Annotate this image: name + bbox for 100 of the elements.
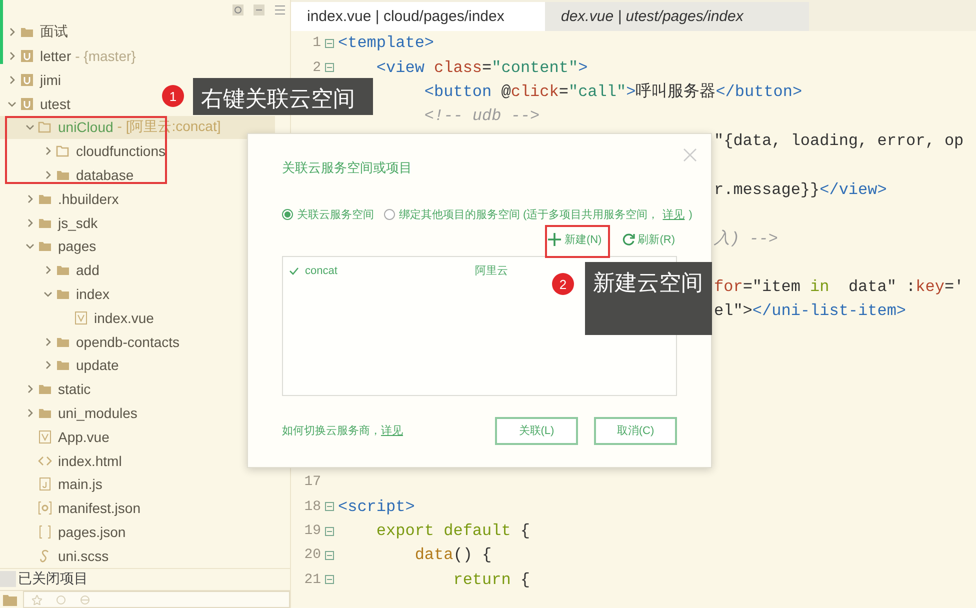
target-icon[interactable] [232, 4, 244, 16]
chevron-icon[interactable] [43, 360, 53, 370]
code-file-icon [38, 454, 52, 468]
code-line: <!-- udb --> [424, 107, 540, 126]
tree-item[interactable]: main.js [0, 472, 106, 496]
line-number: 20 [304, 547, 321, 564]
line-number: 21 [304, 572, 321, 588]
chevron-icon[interactable] [7, 27, 17, 38]
tree-item[interactable]: letter - {master} [0, 44, 140, 68]
project-icon [20, 72, 34, 87]
chevron-icon[interactable] [43, 265, 53, 276]
chevron-icon[interactable] [7, 51, 17, 62]
tree-item[interactable]: index.vue [0, 306, 158, 330]
code-line: for="item in data" :key=' [714, 278, 964, 296]
fold-icon[interactable] [325, 38, 334, 48]
menu-icon[interactable] [274, 4, 286, 16]
tree-item[interactable]: uni.scss [0, 544, 113, 568]
filter-field[interactable] [23, 591, 290, 608]
line-number: 1 [312, 35, 321, 52]
code-line: "{data, loading, error, op [714, 132, 964, 150]
line-number: 18 [304, 498, 321, 515]
tree-item[interactable]: index.html [0, 448, 126, 472]
chevron-icon[interactable] [25, 218, 35, 228]
fold-icon[interactable] [325, 575, 334, 584]
code-line: <script> [338, 498, 415, 516]
collapse-icon[interactable] [253, 4, 265, 16]
tree-item[interactable]: jimi [0, 68, 65, 92]
highlight-frame [545, 225, 610, 258]
tree-item[interactable]: manifest.json [0, 496, 144, 520]
line-number: 17 [304, 474, 321, 490]
tree-item[interactable]: cloudfunctions [0, 139, 170, 164]
folder-icon [20, 25, 34, 40]
fold-icon[interactable] [325, 550, 334, 560]
tree-item[interactable]: index [0, 282, 114, 306]
folder-icon [38, 382, 52, 396]
code-line: <template> [338, 34, 434, 52]
line-number: 19 [304, 523, 321, 539]
folder-icon [56, 358, 70, 372]
help-text: 如何切换云服务商， [282, 424, 381, 438]
tree-item[interactable]: 面试 [0, 20, 72, 44]
fold-icon[interactable] [325, 63, 334, 72]
star-icon[interactable] [32, 594, 42, 604]
tree-item[interactable]: pages.json [0, 520, 130, 544]
refresh-icon [622, 233, 635, 246]
radio-button[interactable] [282, 209, 293, 220]
fold-icon[interactable] [325, 502, 334, 512]
tree-item[interactable]: uni_modules [0, 401, 142, 425]
step-badge: 1 [162, 85, 184, 107]
tree-item[interactable]: static [0, 377, 95, 402]
tree-item[interactable]: utest [0, 92, 74, 116]
dialog-title: 关联云服务空间或项目 [282, 159, 413, 177]
space-name: concat [305, 264, 338, 277]
code-line: el"></uni-list-item> [714, 302, 906, 320]
edge-marker [0, 0, 3, 64]
vue-file-icon [74, 310, 88, 325]
chevron-icon[interactable] [25, 384, 35, 394]
tree-item[interactable]: pages [0, 234, 100, 258]
fold-icon[interactable] [325, 526, 334, 536]
chevron-icon[interactable] [7, 74, 17, 85]
project-icon [20, 49, 34, 64]
code-line: <view class="content"> [376, 58, 588, 77]
brackets-file-icon [38, 524, 52, 539]
settings-file-icon [38, 501, 52, 516]
annotation-callout: 新建云空间 [585, 262, 712, 335]
chevron-icon[interactable] [25, 194, 35, 204]
closed-projects-label[interactable]: 已关闭项目 [18, 570, 88, 588]
space-provider: 阿里云 [475, 264, 508, 278]
chevron-icon[interactable] [25, 122, 35, 132]
tree-item[interactable]: update [0, 354, 123, 378]
folder-icon [56, 168, 70, 182]
chevron-icon[interactable] [25, 241, 35, 252]
code-line: r.message}}</view> [714, 180, 887, 199]
tree-item[interactable]: App.vue [0, 424, 114, 449]
js-file-icon [38, 477, 52, 492]
folder-icon [56, 263, 70, 278]
chevron-icon[interactable] [43, 170, 53, 180]
tree-item[interactable]: database [0, 163, 138, 187]
chevron-icon[interactable] [43, 146, 53, 156]
code-line: <button @click="call">呼叫服务器</button> [424, 83, 802, 102]
paren-text: ) [688, 208, 692, 221]
editor-tab[interactable]: index.vue | cloud/pages/index [291, 2, 545, 31]
folder-icon [38, 239, 52, 254]
tree-item[interactable]: js_sdk [0, 210, 102, 235]
folder-icon[interactable] [3, 594, 17, 606]
vue-file-icon [38, 430, 52, 444]
folder-icon [56, 287, 70, 301]
code-line: export default { [376, 522, 530, 540]
tree-item[interactable]: add [0, 258, 104, 282]
annotation-callout: 右键关联云空间 [193, 78, 373, 115]
project-icon [20, 96, 34, 111]
chevron-icon[interactable] [25, 408, 35, 418]
tree-item[interactable]: .hbuilderx [0, 186, 123, 211]
line-number: 2 [312, 60, 321, 76]
chevron-icon[interactable] [43, 289, 53, 299]
tree-item[interactable]: opendb-contacts [0, 330, 184, 354]
chevron-icon[interactable] [43, 336, 53, 347]
editor-tab[interactable]: dex.vue | utest/pages/index [545, 2, 809, 31]
open-folder-icon [38, 120, 52, 134]
radio-button[interactable] [384, 209, 395, 220]
open-folder-icon [56, 144, 70, 158]
